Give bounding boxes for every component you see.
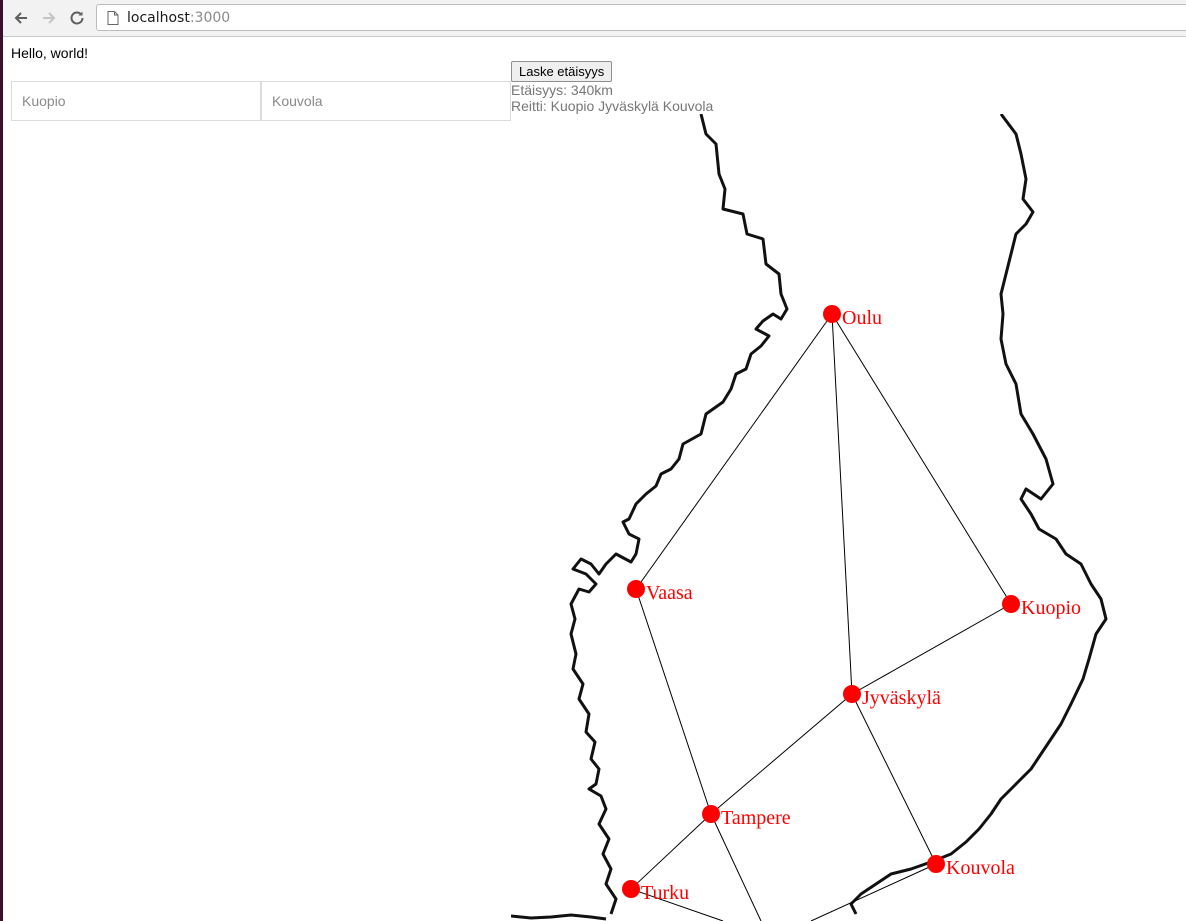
forward-button[interactable]	[38, 7, 60, 29]
to-city-input[interactable]	[261, 81, 511, 121]
city-label-tampere: Tampere	[721, 807, 791, 829]
east-border	[849, 114, 1108, 915]
url-text: localhost:3000	[127, 10, 230, 26]
arrow-left-icon	[14, 12, 27, 24]
edge-oulu-jyväskylä	[831, 313, 853, 695]
west-coastline	[569, 114, 789, 915]
edge-offscreen-1	[710, 813, 762, 921]
edge-vaasa-tampere	[635, 588, 712, 815]
city-nodes: Oulu Vaasa Kuopio Jyväskylä Tampere Kouvola Tu…	[622, 305, 1081, 904]
browser-toolbar: localhost:3000	[3, 0, 1186, 37]
back-button[interactable]	[10, 7, 32, 29]
distance-result: Etäisyys: 340km	[511, 82, 613, 98]
edge-tampere-turku	[630, 813, 712, 890]
from-city-input[interactable]	[11, 81, 261, 121]
edge-jyväskylä-tampere	[710, 693, 853, 815]
reload-button[interactable]	[66, 7, 88, 29]
city-node-vaasa[interactable]	[627, 580, 645, 598]
city-label-oulu: Oulu	[842, 307, 882, 329]
page-icon	[107, 11, 119, 25]
city-label-kuopio: Kuopio	[1021, 597, 1081, 619]
arrow-right-icon	[43, 12, 56, 24]
city-label-turku: Turku	[641, 882, 689, 904]
city-node-turku[interactable]	[622, 880, 640, 898]
finland-map: Oulu Vaasa Kuopio Jyväskylä Tampere Kouvola Tu…	[511, 114, 1108, 921]
city-node-tampere[interactable]	[702, 805, 720, 823]
address-bar[interactable]: localhost:3000	[96, 4, 1186, 31]
edge-offscreen-2	[810, 863, 937, 921]
route-result: Reitti: Kuopio Jyväskylä Kouvola	[511, 98, 714, 114]
calculate-distance-button[interactable]: Laske etäisyys	[511, 61, 613, 82]
city-label-kouvola: Kouvola	[946, 857, 1015, 879]
edge-oulu-vaasa	[635, 313, 833, 590]
greeting-text: Hello, world!	[11, 45, 89, 61]
city-node-jyvaskyla[interactable]	[843, 685, 861, 703]
edge-jyväskylä-kouvola	[851, 693, 937, 865]
url-port: :3000	[189, 10, 231, 26]
south-coastline	[511, 913, 607, 921]
city-node-kuopio[interactable]	[1002, 595, 1020, 613]
city-node-kouvola[interactable]	[927, 855, 945, 873]
route-edges	[630, 313, 1012, 921]
city-label-vaasa: Vaasa	[646, 582, 693, 604]
page-content: Hello, world! Laske etäisyys Etäisyys: 3…	[3, 37, 1186, 921]
city-label-jyvaskyla: Jyväskylä	[862, 687, 941, 709]
edge-kuopio-jyväskylä	[851, 603, 1012, 695]
reload-icon	[70, 11, 84, 25]
city-node-oulu[interactable]	[823, 305, 841, 323]
url-host: localhost	[127, 10, 190, 26]
edge-oulu-kuopio	[831, 313, 1012, 605]
